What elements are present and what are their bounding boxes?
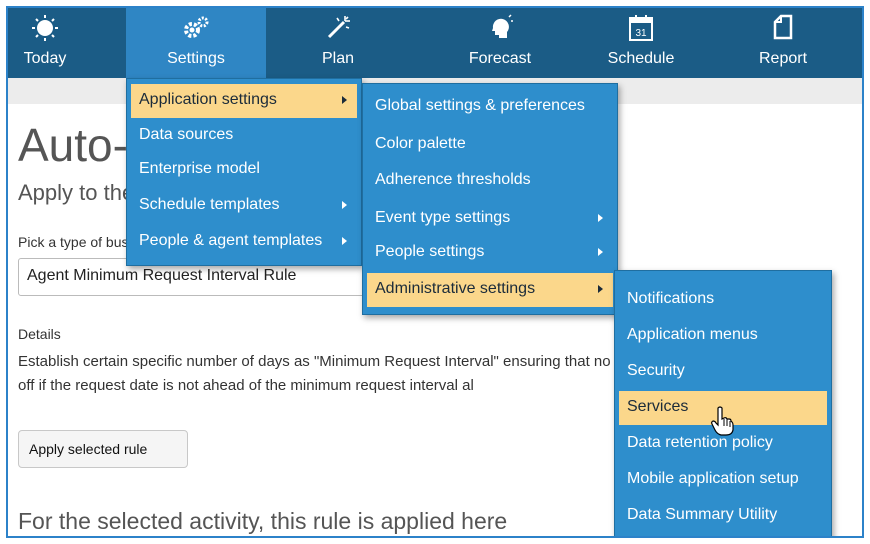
settings-menu: Application settings Data sources Enterp…	[126, 78, 362, 266]
menu-item-global-settings[interactable]: Global settings & preferences	[367, 90, 613, 124]
administrative-settings-submenu: Notifications Application menus Security…	[614, 270, 832, 536]
menu-item-label: Services	[627, 398, 689, 415]
menu-item-label: Data retention policy	[627, 434, 773, 451]
menu-item-data-sources[interactable]: Data sources	[131, 119, 357, 153]
menu-item-application-menus[interactable]: Application menus	[619, 319, 827, 353]
hand-pointer-icon	[710, 406, 734, 441]
menu-item-application-settings[interactable]: Application settings	[131, 84, 357, 118]
menu-item-people-settings[interactable]: People settings	[367, 236, 613, 270]
menu-item-label: Application menus	[627, 326, 758, 343]
submenu-arrow-icon	[342, 201, 347, 209]
wand-icon	[298, 14, 378, 42]
nav-label: Today	[23, 50, 67, 67]
menu-item-schedule-templates[interactable]: Schedule templates	[131, 189, 357, 223]
lightbulb-head-icon	[440, 14, 560, 42]
menu-item-label: Mobile application setup	[627, 470, 799, 487]
app-frame: Today Settings Plan Forecast 31 Schedule…	[6, 6, 864, 538]
menu-item-notifications[interactable]: Notifications	[619, 283, 827, 317]
document-icon	[738, 14, 828, 42]
rule-type-value: Agent Minimum Request Interval Rule	[27, 267, 297, 284]
nav-today[interactable]: Today	[8, 8, 82, 78]
submenu-arrow-icon	[598, 248, 603, 256]
menu-item-event-type-settings[interactable]: Event type settings	[367, 202, 613, 236]
menu-item-label: Administrative settings	[375, 280, 536, 297]
calendar-day: 31	[635, 28, 647, 39]
nav-settings[interactable]: Settings	[126, 8, 266, 78]
menu-item-administrative-settings[interactable]: Administrative settings	[367, 273, 613, 307]
menu-item-label: Schedule templates	[139, 196, 280, 213]
gears-icon	[126, 14, 266, 42]
menu-item-label: Enterprise model	[139, 160, 260, 177]
applied-here-text: For the selected activity, this rule is …	[18, 508, 508, 534]
application-settings-submenu: Global settings & preferences Color pale…	[362, 83, 618, 315]
nav-schedule[interactable]: 31 Schedule	[586, 8, 696, 78]
menu-item-label: Adherence thresholds	[375, 171, 531, 188]
apply-rule-button[interactable]: Apply selected rule	[18, 430, 188, 468]
details-label: Details	[18, 326, 61, 342]
menu-item-label: Application settings	[139, 91, 277, 108]
nav-forecast[interactable]: Forecast	[440, 8, 560, 78]
menu-item-enterprise-model[interactable]: Enterprise model	[131, 153, 357, 187]
menu-item-label: Notifications	[627, 290, 715, 307]
menu-item-label: Security	[627, 362, 685, 379]
menu-item-people-agent-templates[interactable]: People & agent templates	[131, 225, 357, 259]
menu-item-label: Global settings & preferences	[375, 97, 585, 114]
menu-item-label: Color palette	[375, 135, 466, 152]
calendar-icon: 31	[586, 14, 696, 42]
menu-item-label: Data Summary Utility	[627, 506, 778, 523]
submenu-arrow-icon	[598, 214, 603, 222]
menu-item-color-palette[interactable]: Color palette	[367, 128, 613, 162]
menu-item-label: Data sources	[139, 126, 234, 143]
nav-report[interactable]: Report	[738, 8, 828, 78]
submenu-arrow-icon	[342, 96, 347, 104]
submenu-arrow-icon	[598, 285, 603, 293]
nav-plan[interactable]: Plan	[298, 8, 378, 78]
menu-item-adherence-thresholds[interactable]: Adherence thresholds	[367, 164, 613, 198]
top-nav: Today Settings Plan Forecast 31 Schedule…	[8, 8, 862, 78]
menu-item-label: People & agent templates	[139, 232, 323, 249]
nav-label: Settings	[167, 50, 225, 67]
menu-item-data-summary-utility[interactable]: Data Summary Utility	[619, 499, 827, 533]
menu-item-mobile-application-setup[interactable]: Mobile application setup	[619, 463, 827, 497]
nav-label: Plan	[321, 50, 355, 67]
nav-label: Forecast	[468, 50, 532, 67]
menu-item-security[interactable]: Security	[619, 355, 827, 389]
menu-item-label: People settings	[375, 243, 485, 260]
submenu-arrow-icon	[342, 237, 347, 245]
menu-item-label: Event type settings	[375, 209, 511, 226]
nav-label: Report	[758, 50, 808, 67]
nav-label: Schedule	[607, 50, 675, 67]
sun-icon	[8, 14, 82, 42]
